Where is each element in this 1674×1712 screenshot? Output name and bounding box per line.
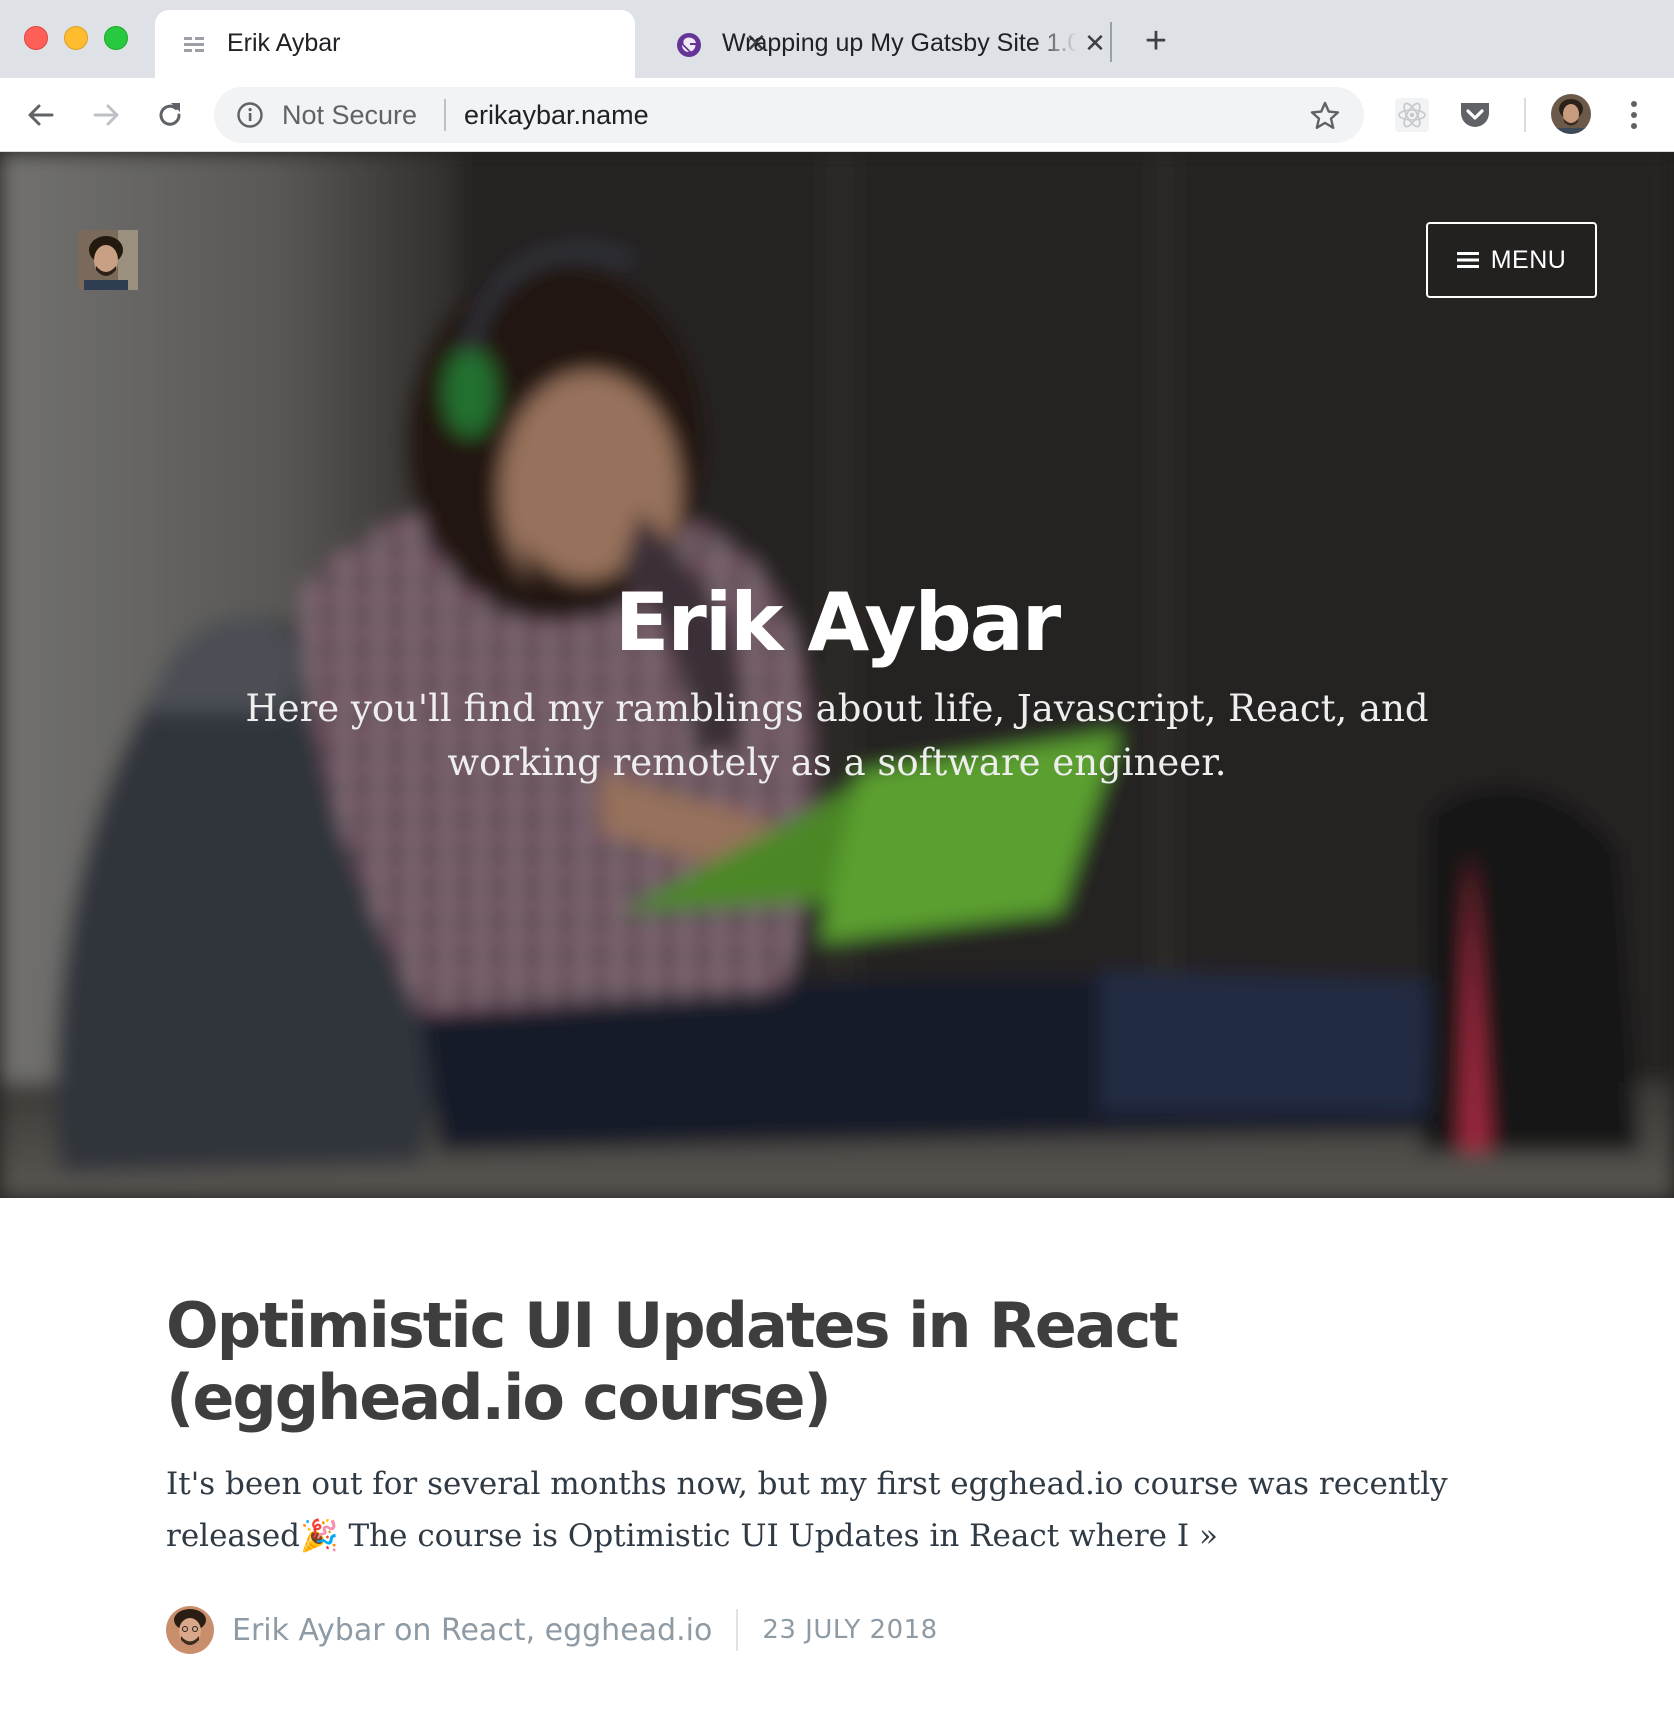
- site-logo-avatar[interactable]: [78, 230, 138, 290]
- back-arrow-icon: [28, 104, 54, 126]
- profile-avatar[interactable]: [1551, 94, 1591, 134]
- url-text[interactable]: erikaybar.name: [464, 100, 649, 131]
- site-title: Erik Aybar: [614, 576, 1062, 669]
- tab-separator: [1110, 22, 1112, 62]
- new-tab-button[interactable]: +: [1136, 22, 1176, 62]
- reload-button[interactable]: [145, 90, 195, 140]
- tab-erik-aybar[interactable]: Erik Aybar ✕: [155, 10, 767, 78]
- author-avatar[interactable]: [166, 1606, 214, 1654]
- pocket-icon: [1461, 103, 1489, 127]
- address-bar[interactable]: Not Secure erikaybar.name: [214, 87, 1364, 143]
- avatar-image: [78, 230, 138, 290]
- menu-label: MENU: [1490, 245, 1567, 274]
- minimize-window-button[interactable]: [64, 26, 88, 50]
- post-author-tags[interactable]: Erik Aybar on React, egghead.io: [232, 1613, 712, 1648]
- avatar-image: [166, 1606, 214, 1654]
- reload-icon: [159, 103, 181, 126]
- excerpt-text-continued: The course is Optimistic UI Updates in R…: [338, 1518, 1190, 1554]
- post-excerpt: It's been out for several months now, bu…: [166, 1458, 1506, 1562]
- party-popper-icon: 🎉: [300, 1518, 339, 1554]
- menu-button[interactable]: MENU: [1426, 222, 1597, 298]
- hero-section: MENU Erik Aybar Here you'll find my ramb…: [0, 152, 1674, 1198]
- post-title[interactable]: Optimistic UI Updates in React (egghead.…: [166, 1290, 1506, 1434]
- hamburger-icon: [1456, 252, 1479, 268]
- tab-strip: Erik Aybar ✕ Wrapping up My Gatsby Site …: [0, 0, 1674, 78]
- post-meta: Erik Aybar on React, egghead.io 23 JULY …: [166, 1606, 938, 1654]
- back-button[interactable]: [16, 90, 66, 140]
- read-more-link[interactable]: »: [1199, 1518, 1218, 1554]
- tab-title: Erik Aybar: [227, 29, 341, 57]
- avatar-image: [1551, 94, 1591, 134]
- info-icon[interactable]: [236, 101, 264, 129]
- site-subtitle: Here you'll find my ramblings about life…: [245, 687, 1429, 784]
- post-date: 23 JULY 2018: [762, 1615, 938, 1645]
- forward-arrow-icon: [93, 104, 119, 126]
- toolbar-divider: [1524, 98, 1526, 132]
- maximize-window-button[interactable]: [104, 26, 128, 50]
- tab-gatsby-post[interactable]: Wrapping up My Gatsby Site 1.0 ✕: [650, 10, 1106, 78]
- bookmark-star-icon[interactable]: [1308, 99, 1342, 133]
- post-preview: Optimistic UI Updates in React (egghead.…: [166, 1290, 1506, 1562]
- forward-button[interactable]: [81, 90, 131, 140]
- page-icon: [184, 37, 204, 52]
- address-divider: [444, 99, 446, 131]
- tab-title: Wrapping up My Gatsby Site 1.0: [722, 29, 1077, 57]
- more-options-icon[interactable]: [1620, 94, 1648, 136]
- hero-overlay: [0, 152, 1674, 1198]
- react-devtools-extension[interactable]: [1393, 96, 1431, 134]
- close-tab-icon[interactable]: ✕: [1080, 28, 1110, 58]
- browser-toolbar: Not Secure erikaybar.name: [0, 78, 1674, 152]
- security-label[interactable]: Not Secure: [282, 100, 417, 131]
- react-devtools-icon: [1395, 98, 1429, 132]
- gatsby-icon: [677, 33, 701, 57]
- close-window-button[interactable]: [24, 26, 48, 50]
- meta-divider: [736, 1609, 739, 1651]
- pocket-extension[interactable]: [1456, 96, 1494, 134]
